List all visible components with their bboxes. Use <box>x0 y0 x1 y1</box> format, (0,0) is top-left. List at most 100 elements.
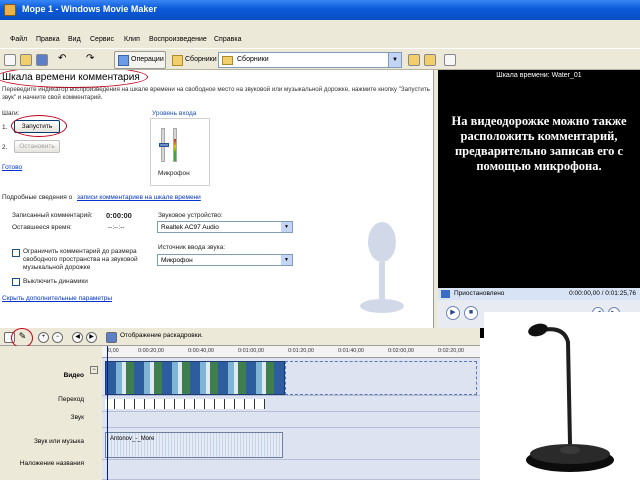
menu-playback[interactable]: Воспроизведение <box>149 36 207 43</box>
save-icon[interactable] <box>36 54 48 66</box>
ruler-tick: 0:00:20,00 <box>138 348 164 354</box>
new-project-icon[interactable] <box>4 54 16 66</box>
task-pane: Шкала времени комментария Переведите инд… <box>0 70 434 328</box>
track-video-label: Видео <box>63 372 84 379</box>
undo-icon[interactable]: ↶ <box>58 54 70 66</box>
operations-button[interactable]: Операции <box>114 51 166 69</box>
limit-checkbox[interactable] <box>12 249 20 257</box>
start-highlight <box>11 115 67 137</box>
zoom-in-icon[interactable]: + <box>38 332 49 343</box>
expand-track-icon[interactable]: − <box>90 366 98 374</box>
preview-status: Приостановлено <box>454 290 505 297</box>
operations-label: Операции <box>131 56 164 63</box>
source-select[interactable]: Микрофон ▼ <box>157 254 293 266</box>
source-value: Микрофон <box>161 257 193 264</box>
window-title: Море 1 - Windows Movie Maker <box>22 4 157 14</box>
film-icon <box>441 290 450 298</box>
folder-icon <box>222 56 233 65</box>
title-spacer <box>0 20 640 34</box>
audio-track <box>102 412 480 428</box>
play-icon[interactable]: ▶ <box>446 306 460 320</box>
ruler-tick: 0:01:40,00 <box>338 348 364 354</box>
menu-bar: Файл Правка Вид Сервис Клип Воспроизведе… <box>0 34 640 48</box>
limit-checkbox-label: Ограничить комментарий до размера свобод… <box>23 248 138 271</box>
slider-handle[interactable] <box>159 143 169 147</box>
level-bar-fill <box>174 138 176 161</box>
timeline-ruler: 0,00 0:00:20,00 0:00:40,00 0:01:00,00 0:… <box>102 346 480 358</box>
microphone-photo <box>484 312 640 480</box>
preview-time: 0:00:00,00 / 0:01:25,76 <box>569 290 636 297</box>
step1-number: 1. <box>2 124 8 131</box>
menu-view[interactable]: Вид <box>68 36 81 43</box>
menu-edit[interactable]: Правка <box>36 36 60 43</box>
title-bar: Море 1 - Windows Movie Maker <box>0 0 640 20</box>
menu-tools[interactable]: Сервис <box>90 36 114 43</box>
stop-button[interactable]: Остановить <box>14 140 60 153</box>
rewind-timeline-icon[interactable]: ◀ <box>72 332 83 343</box>
mic-label: Микрофон <box>158 170 190 177</box>
ruler-tick: 0:02:20,00 <box>438 348 464 354</box>
menu-clip[interactable]: Клип <box>124 36 140 43</box>
open-folder-icon[interactable] <box>20 54 32 66</box>
zoom-out-icon[interactable]: − <box>52 332 63 343</box>
folder-up-icon[interactable] <box>408 54 420 66</box>
storyboard-toggle-icon[interactable] <box>106 332 117 343</box>
source-label: Источник ввода звука: <box>158 244 226 251</box>
mute-checkbox[interactable] <box>12 278 20 286</box>
menu-file[interactable]: Файл <box>10 36 27 43</box>
timeline-toolbar: ✎ + − ◀ ▶ Отображение раскадровки. <box>0 328 480 348</box>
done-link[interactable]: Готово <box>2 164 22 171</box>
collections-icon <box>172 55 183 66</box>
chevron-down-icon[interactable]: ▼ <box>281 255 292 265</box>
chevron-down-icon[interactable]: ▼ <box>281 222 292 232</box>
collections-select-value: Сборники <box>237 56 269 63</box>
remaining-value: --:--:-- <box>108 224 125 231</box>
ruler-tick: 0,00 <box>108 348 119 354</box>
hide-options-link[interactable]: Скрыть дополнительные параметры <box>2 295 112 302</box>
stop-icon[interactable]: ■ <box>464 306 478 320</box>
video-clip[interactable] <box>105 361 285 395</box>
ruler-tick: 0:02:00,00 <box>388 348 414 354</box>
transition-markers <box>105 399 265 409</box>
step2-number: 2. <box>2 144 8 151</box>
details-link[interactable]: записи комментариев на шкале времени <box>77 194 201 201</box>
audio-clip[interactable]: Antonov_-_More <box>105 432 283 458</box>
device-label: Звуковое устройство: <box>158 212 223 219</box>
timeline-caption: Отображение раскадровки. <box>120 332 203 339</box>
collections-select[interactable]: Сборники ▼ <box>218 52 402 68</box>
track-labels: Видео − Переход Звук Звук или музыка Нал… <box>0 346 102 480</box>
new-folder-icon[interactable] <box>424 54 436 66</box>
views-icon[interactable] <box>444 54 456 66</box>
mute-checkbox-label: Выключить динамики <box>23 278 88 285</box>
playhead[interactable] <box>107 346 108 480</box>
preview-status-bar: Приостановлено 0:00:00,00 / 0:01:25,76 <box>438 288 640 300</box>
track-music-label: Звук или музыка <box>33 438 84 445</box>
ruler-tick: 0:00:40,00 <box>188 348 214 354</box>
track-audio-label: Звук <box>70 414 84 421</box>
recorded-label: Записанный комментарий: <box>12 212 93 219</box>
task-hint: Переведите индикатор воспроизведения на … <box>2 86 430 101</box>
chevron-down-icon[interactable]: ▼ <box>388 53 401 67</box>
preview-overlay-text: На видеодорожке можно также расположить … <box>451 114 627 173</box>
title-track <box>102 460 480 480</box>
preview-title: Шкала времени: Water_01 <box>496 72 582 79</box>
track-transition-label: Переход <box>58 396 84 403</box>
device-select[interactable]: Realtek AC97 Audio ▼ <box>157 221 293 233</box>
timeline-tracks[interactable]: 0,00 0:00:20,00 0:00:40,00 0:01:00,00 0:… <box>102 346 480 480</box>
track-title-label: Наложение названия <box>19 460 84 467</box>
recorded-value: 0:00:00 <box>106 211 132 220</box>
remaining-label: Оставшееся время: <box>12 224 72 231</box>
ruler-tick: 0:01:00,00 <box>238 348 264 354</box>
menu-help[interactable]: Справка <box>214 36 241 43</box>
collections-button[interactable]: Сборники <box>168 51 217 69</box>
play-timeline-icon[interactable]: ▶ <box>86 332 97 343</box>
steps-label: Шаги: <box>2 110 20 117</box>
narrate-highlight <box>11 328 33 348</box>
app-icon <box>4 4 16 16</box>
input-level-slider[interactable] <box>159 128 169 162</box>
ruler-tick: 0:01:20,00 <box>288 348 314 354</box>
redo-icon[interactable]: ↷ <box>86 54 98 66</box>
collections-label: Сборники <box>185 56 217 63</box>
preview-monitor: Шкала времени: Water_01 На видеодорожке … <box>438 70 640 338</box>
details-text: Подробные сведения о <box>2 194 73 201</box>
